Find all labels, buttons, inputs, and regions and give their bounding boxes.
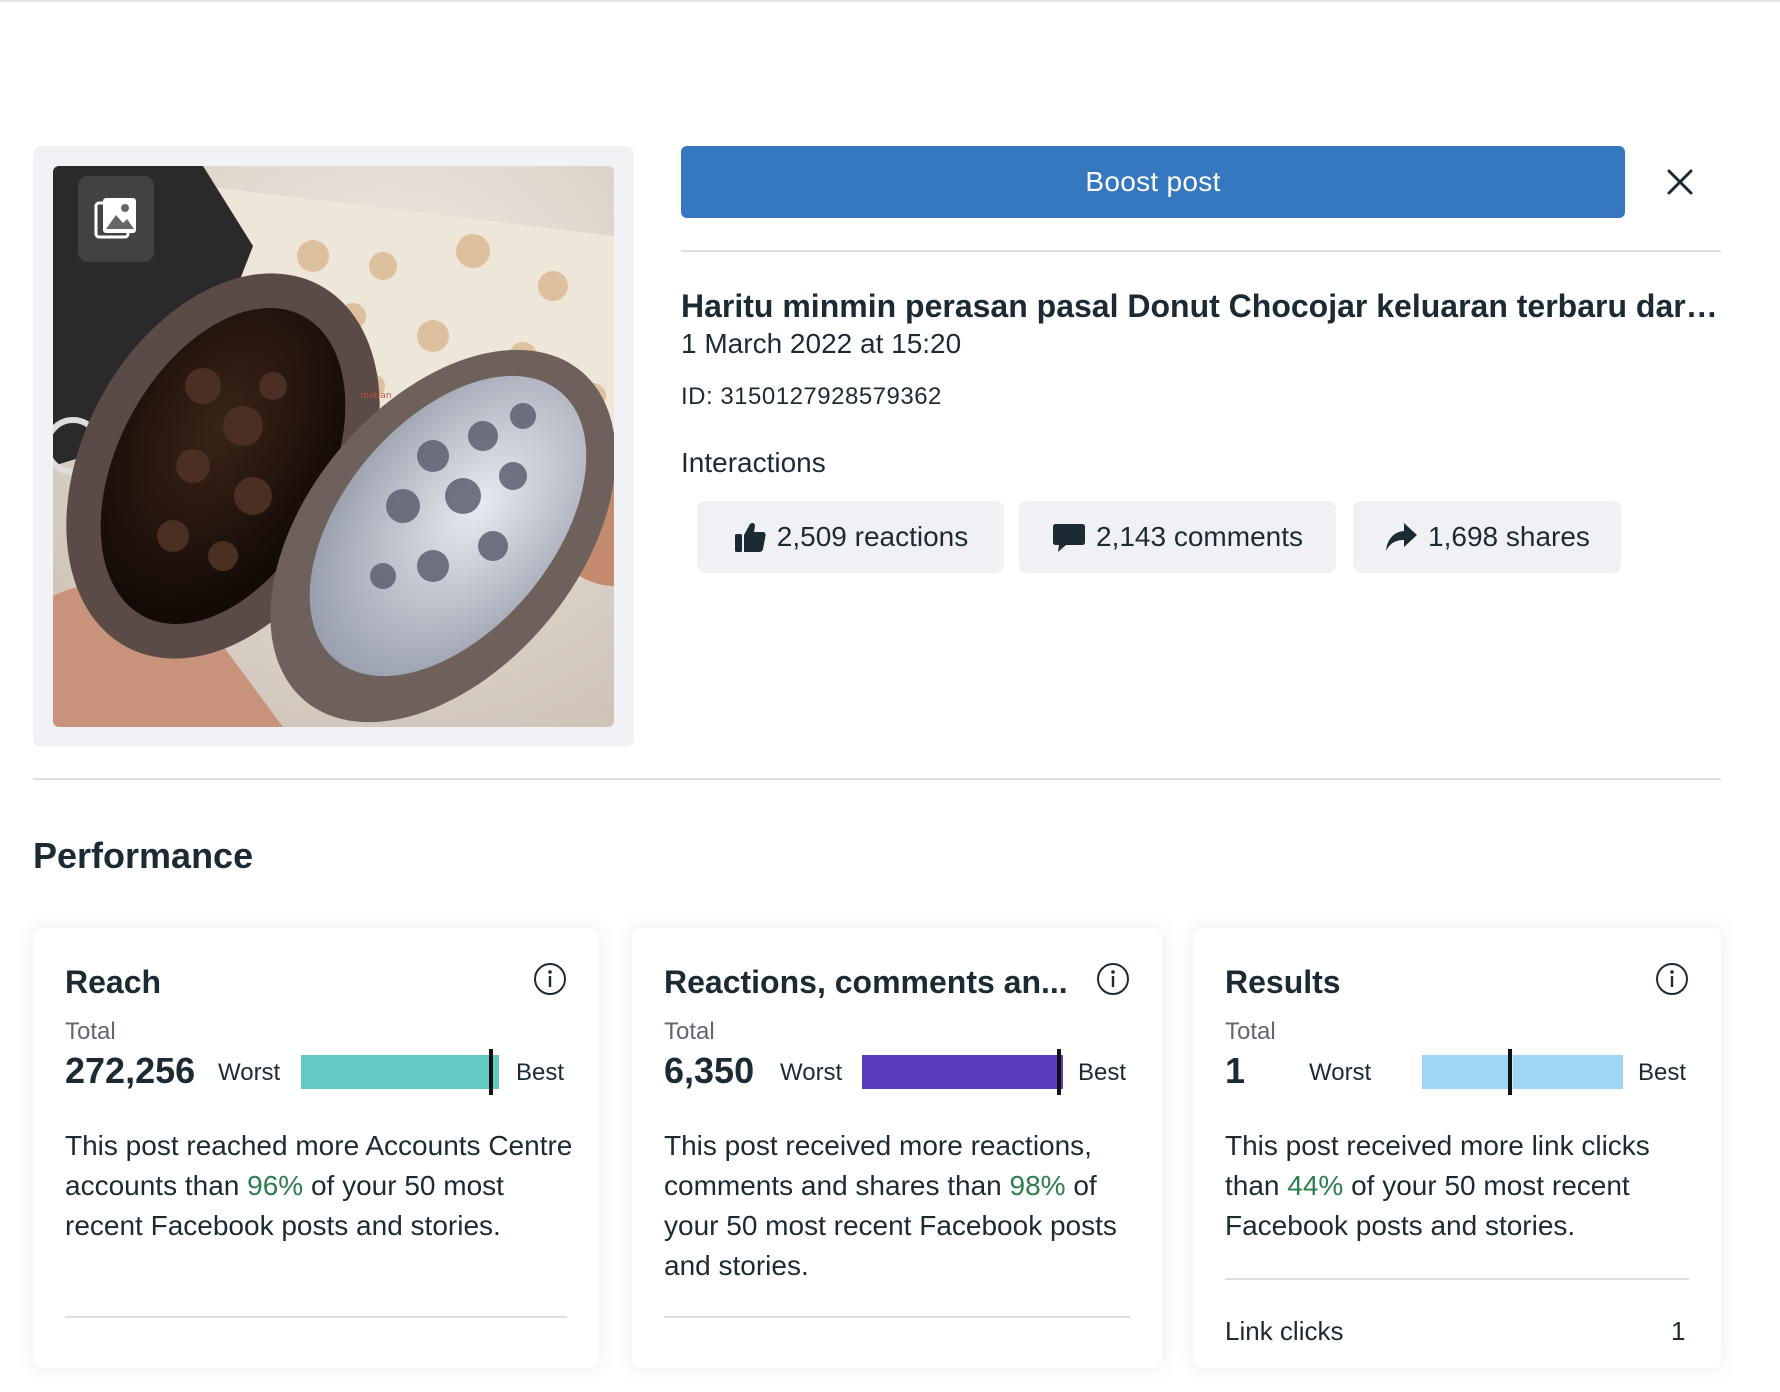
benchmark-marker	[1508, 1049, 1513, 1095]
percent-value: 98%	[1009, 1170, 1066, 1201]
boost-post-button[interactable]: Boost post	[681, 146, 1625, 218]
link-clicks-value: 1	[1671, 1316, 1686, 1346]
results-card: Results Total 1 Worst Best This post rec…	[1193, 928, 1721, 1368]
best-label: Best	[516, 1059, 565, 1086]
total-value: 6,350	[664, 1050, 755, 1091]
card-title: Reactions, comments an...	[664, 964, 1068, 1000]
total-label: Total	[1225, 1018, 1276, 1045]
total-value: 1	[1225, 1050, 1246, 1091]
info-icon[interactable]	[533, 962, 567, 996]
benchmark-bar	[1422, 1055, 1623, 1089]
photo-album-badge	[78, 176, 154, 262]
reach-card: Reach Total 272,256 Worst Best This post…	[33, 928, 599, 1368]
card-description: This post reached more Accounts Centre a…	[65, 1126, 575, 1246]
post-title: Haritu minmin perasan pasal Donut Chocoj…	[681, 288, 1726, 324]
share-arrow-icon	[1386, 523, 1418, 551]
worst-label: Worst	[1309, 1059, 1372, 1086]
close-icon	[1667, 169, 1693, 195]
interactions-heading: Interactions	[681, 447, 826, 478]
post-date: 1 March 2022 at 15:20	[681, 328, 962, 359]
divider	[33, 778, 1721, 780]
best-label: Best	[1078, 1059, 1127, 1086]
comment-bubble-icon	[1053, 524, 1085, 552]
comments-count: 2,143 comments	[1096, 521, 1303, 552]
divider	[681, 250, 1721, 252]
reactions-count: 2,509 reactions	[776, 521, 969, 552]
card-divider	[1225, 1278, 1689, 1280]
info-icon[interactable]	[1655, 962, 1689, 996]
total-value: 272,256	[65, 1050, 196, 1091]
performance-heading: Performance	[33, 835, 254, 876]
total-label: Total	[65, 1018, 116, 1045]
shares-pill[interactable]: 1,698 shares	[1353, 501, 1621, 573]
total-label: Total	[664, 1018, 715, 1045]
link-clicks-label: Link clicks	[1225, 1316, 1344, 1346]
card-description: This post received more reactions, comme…	[664, 1126, 1134, 1286]
comments-pill[interactable]: 2,143 comments	[1019, 501, 1336, 573]
card-description: This post received more link clicks than…	[1225, 1126, 1693, 1246]
benchmark-bar	[301, 1055, 499, 1089]
card-divider	[664, 1316, 1130, 1318]
thumbs-up-icon	[734, 522, 766, 552]
post-id: ID: 3150127928579362	[681, 383, 942, 410]
best-label: Best	[1638, 1059, 1687, 1086]
worst-label: Worst	[218, 1059, 281, 1086]
top-border	[0, 0, 1780, 2]
reactions-card: Reactions, comments an... Total 6,350 Wo…	[632, 928, 1162, 1368]
info-icon[interactable]	[1096, 962, 1130, 996]
benchmark-marker	[1056, 1049, 1061, 1095]
shares-count: 1,698 shares	[1428, 521, 1590, 552]
card-title: Results	[1225, 964, 1341, 1000]
benchmark-marker	[489, 1049, 494, 1095]
card-divider	[65, 1316, 567, 1318]
photo-album-icon	[94, 198, 136, 239]
benchmark-bar	[862, 1055, 1063, 1089]
percent-value: 44%	[1287, 1170, 1344, 1201]
card-title: Reach	[65, 964, 162, 1000]
photo-watermark: matian	[360, 391, 392, 401]
post-media-card: matian	[33, 146, 634, 747]
close-button[interactable]	[1656, 158, 1704, 206]
worst-label: Worst	[780, 1059, 843, 1086]
post-photo[interactable]: matian	[53, 166, 614, 727]
percent-value: 96%	[247, 1170, 304, 1201]
reactions-pill[interactable]: 2,509 reactions	[697, 501, 1004, 573]
